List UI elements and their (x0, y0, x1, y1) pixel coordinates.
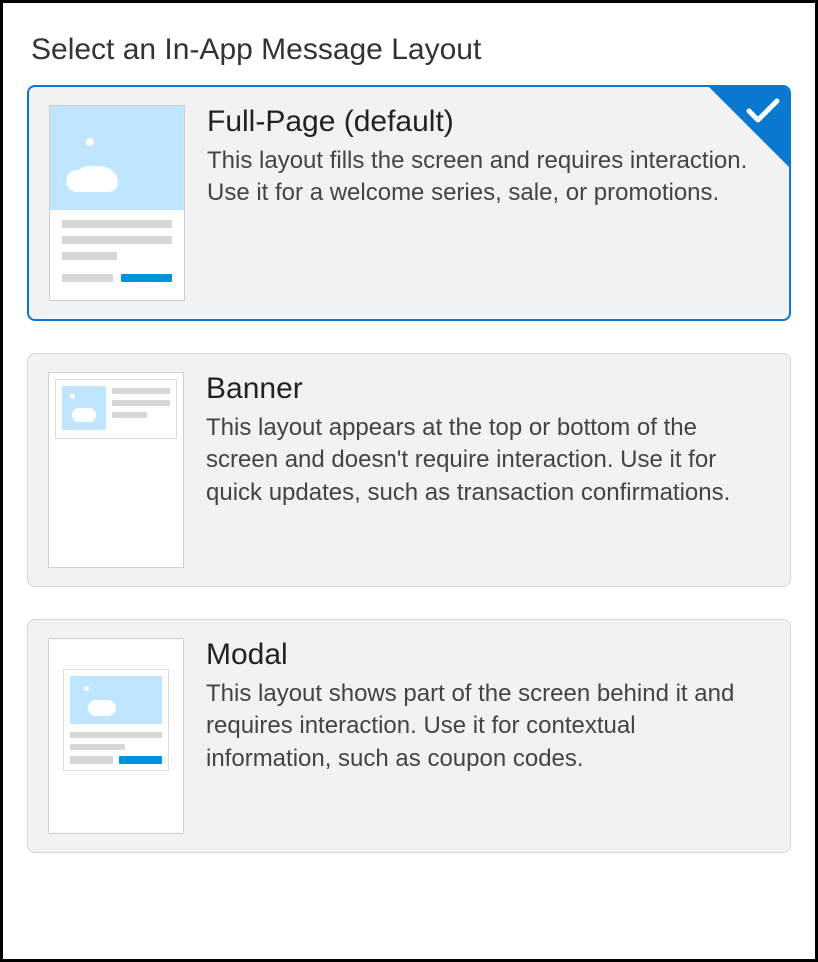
layout-option-banner[interactable]: Banner This layout appears at the top or… (27, 353, 791, 587)
layout-picker-dialog: Select an In-App Message Layout (0, 0, 818, 962)
option-body: Modal This layout shows part of the scre… (206, 638, 770, 775)
option-description: This layout shows part of the screen beh… (206, 678, 766, 775)
option-title: Modal (206, 638, 770, 672)
option-description: This layout appears at the top or bottom… (206, 412, 766, 509)
option-body: Full-Page (default) This layout fills th… (207, 105, 769, 210)
modal-thumbnail (48, 638, 184, 834)
banner-thumbnail (48, 372, 184, 568)
option-body: Banner This layout appears at the top or… (206, 372, 770, 509)
checkmark-icon (745, 97, 781, 130)
layout-option-modal[interactable]: Modal This layout shows part of the scre… (27, 619, 791, 853)
option-description: This layout fills the screen and require… (207, 145, 767, 210)
layout-option-full-page[interactable]: Full-Page (default) This layout fills th… (27, 85, 791, 321)
dialog-title: Select an In-App Message Layout (31, 33, 791, 67)
option-title: Full-Page (default) (207, 105, 769, 139)
option-title: Banner (206, 372, 770, 406)
full-page-thumbnail (49, 105, 185, 301)
